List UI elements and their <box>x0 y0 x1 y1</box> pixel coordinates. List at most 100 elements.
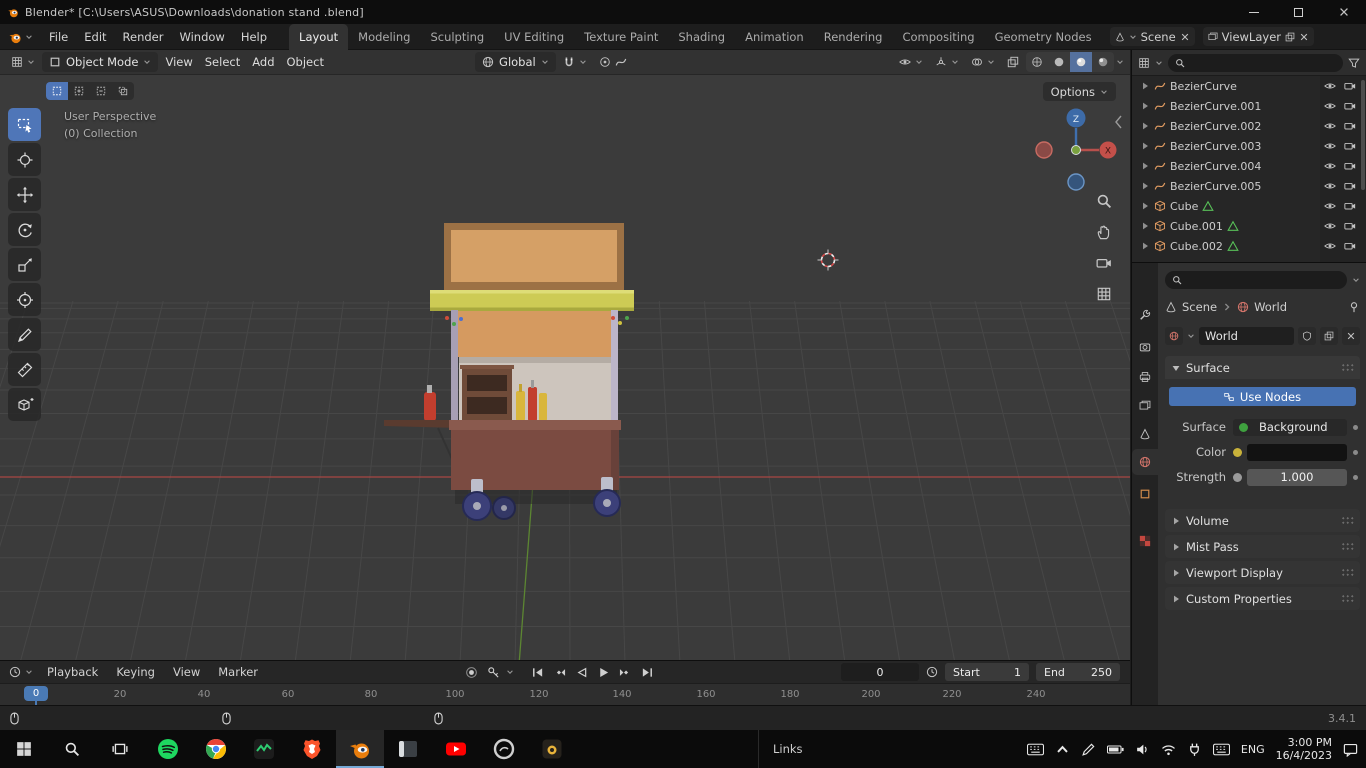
tab-render[interactable] <box>1132 334 1158 360</box>
viewport-canvas[interactable]: Z X <box>0 75 1130 660</box>
select-mode-intersect-button[interactable] <box>112 82 134 100</box>
outliner-row-cube[interactable]: Cube <box>1132 196 1366 216</box>
region-toggle-icon[interactable] <box>1115 115 1122 129</box>
object-name[interactable]: BezierCurve.003 <box>1170 140 1320 153</box>
disable-render-icon[interactable] <box>1344 220 1356 232</box>
taskbar-app-dark-yellow[interactable] <box>528 730 576 768</box>
auto-keying-button[interactable] <box>462 663 481 681</box>
outliner-scrollbar[interactable] <box>1361 80 1365 190</box>
viewlayer-selector[interactable]: ViewLayer <box>1202 27 1314 46</box>
tool-transform[interactable] <box>8 283 41 316</box>
keying-set-dropdown[interactable] <box>484 663 503 681</box>
viewport-menu-view[interactable]: View <box>160 52 197 73</box>
outliner-row-beziercurve[interactable]: BezierCurve <box>1132 76 1366 96</box>
menu-file[interactable]: File <box>41 24 76 50</box>
tab-scene[interactable] <box>1132 421 1158 447</box>
object-name[interactable]: BezierCurve.002 <box>1170 120 1320 133</box>
jump-to-end-button[interactable] <box>638 663 657 681</box>
expand-icon[interactable] <box>1140 241 1150 251</box>
editor-type-button[interactable] <box>6 52 40 73</box>
camera-view-icon[interactable] <box>1096 255 1112 271</box>
timeline-menu-playback[interactable]: Playback <box>38 665 107 679</box>
select-mode-extend-button[interactable] <box>68 82 90 100</box>
tool-move[interactable] <box>8 178 41 211</box>
taskbar-clock[interactable]: 3:00 PM 16/4/2023 <box>1276 736 1332 762</box>
taskbar-app-youtube[interactable] <box>432 730 480 768</box>
gizmo-y-neg-axis[interactable] <box>1067 173 1085 191</box>
taskbar-app-window[interactable] <box>384 730 432 768</box>
shading-rendered-button[interactable] <box>1092 52 1114 72</box>
tab-view-layer[interactable] <box>1132 393 1158 419</box>
next-keyframe-button[interactable] <box>616 663 635 681</box>
panel-drag-grip[interactable] <box>1341 516 1354 525</box>
menu-window[interactable]: Window <box>171 24 232 50</box>
jump-to-start-button[interactable] <box>528 663 547 681</box>
mist-pass-panel-header[interactable]: Mist Pass <box>1165 535 1360 558</box>
gizmo-y-axis[interactable] <box>1071 145 1081 155</box>
tool-annotate[interactable] <box>8 318 41 351</box>
disable-render-icon[interactable] <box>1344 100 1356 112</box>
menu-edit[interactable]: Edit <box>76 24 114 50</box>
taskbar-links-toolbar[interactable]: Links <box>758 730 803 768</box>
timeline-ruler[interactable]: 0 20 40 60 80 100 120 140 160 180 200 22… <box>0 683 1130 706</box>
expand-icon[interactable] <box>1140 181 1150 191</box>
outliner-row-beziercurve-001[interactable]: BezierCurve.001 <box>1132 96 1366 116</box>
unlink-icon[interactable] <box>1180 32 1190 42</box>
close-button[interactable] <box>1321 0 1366 24</box>
tool-measure[interactable] <box>8 353 41 386</box>
shading-options-chevron-icon[interactable] <box>1116 58 1124 66</box>
tool-select-box[interactable] <box>8 108 41 141</box>
network-icon[interactable] <box>1161 742 1176 757</box>
tab-tool[interactable] <box>1132 302 1158 328</box>
tab-world[interactable] <box>1132 449 1158 475</box>
start-button[interactable] <box>0 730 48 768</box>
viewport-display-panel-header[interactable]: Viewport Display <box>1165 561 1360 584</box>
outliner-editor-icon[interactable] <box>1138 57 1150 69</box>
hide-eye-icon[interactable] <box>1324 120 1336 132</box>
panel-drag-grip[interactable] <box>1341 594 1354 603</box>
timeline-menu-keying[interactable]: Keying <box>107 665 164 679</box>
object-name[interactable]: BezierCurve.001 <box>1170 100 1320 113</box>
zoom-icon[interactable] <box>1096 193 1112 209</box>
gizmo-x-neg-axis[interactable] <box>1035 141 1053 159</box>
properties-search-input[interactable] <box>1165 271 1347 289</box>
play-button[interactable] <box>594 663 613 681</box>
filter-icon[interactable] <box>1348 57 1360 69</box>
animate-decorator[interactable] <box>1353 424 1358 430</box>
expand-icon[interactable] <box>1140 81 1150 91</box>
expand-icon[interactable] <box>1140 201 1150 211</box>
object-name[interactable]: BezierCurve.005 <box>1170 180 1320 193</box>
taskbar-app-spotify[interactable] <box>144 730 192 768</box>
expand-icon[interactable] <box>1140 221 1150 231</box>
panel-drag-grip[interactable] <box>1341 363 1354 372</box>
shading-material-button[interactable] <box>1070 52 1092 72</box>
current-frame-field[interactable]: 0 <box>841 663 919 681</box>
plug-icon[interactable] <box>1187 742 1202 757</box>
expand-icon[interactable] <box>1140 121 1150 131</box>
select-mode-new-button[interactable] <box>46 82 68 100</box>
blender-menu-button[interactable] <box>0 24 41 50</box>
expand-icon[interactable] <box>1140 101 1150 111</box>
viewport-menu-object[interactable]: Object <box>282 52 329 73</box>
tool-rotate[interactable] <box>8 213 41 246</box>
workspace-tab-geometry-nodes[interactable]: Geometry Nodes <box>985 24 1102 50</box>
mode-dropdown[interactable]: Object Mode <box>42 52 159 72</box>
menu-help[interactable]: Help <box>233 24 275 50</box>
hide-eye-icon[interactable] <box>1324 80 1336 92</box>
show-gizmo-dropdown[interactable] <box>930 52 964 73</box>
disable-render-icon[interactable] <box>1344 180 1356 192</box>
play-reverse-button[interactable] <box>572 663 591 681</box>
outliner-row-beziercurve-005[interactable]: BezierCurve.005 <box>1132 176 1366 196</box>
language-indicator[interactable]: ENG <box>1241 743 1265 756</box>
object-name[interactable]: Cube.002 <box>1170 240 1223 253</box>
tool-add-cube[interactable] <box>8 388 41 421</box>
pen-icon[interactable] <box>1081 742 1096 757</box>
disable-render-icon[interactable] <box>1344 80 1356 92</box>
taskbar-search-button[interactable] <box>48 730 96 768</box>
snap-toggle-button[interactable] <box>558 52 592 73</box>
world-name-field[interactable]: World <box>1199 327 1294 345</box>
animate-decorator[interactable] <box>1353 449 1358 455</box>
world-color-swatch[interactable] <box>1247 443 1347 461</box>
surface-panel-header[interactable]: Surface <box>1165 356 1360 379</box>
hide-eye-icon[interactable] <box>1324 100 1336 112</box>
